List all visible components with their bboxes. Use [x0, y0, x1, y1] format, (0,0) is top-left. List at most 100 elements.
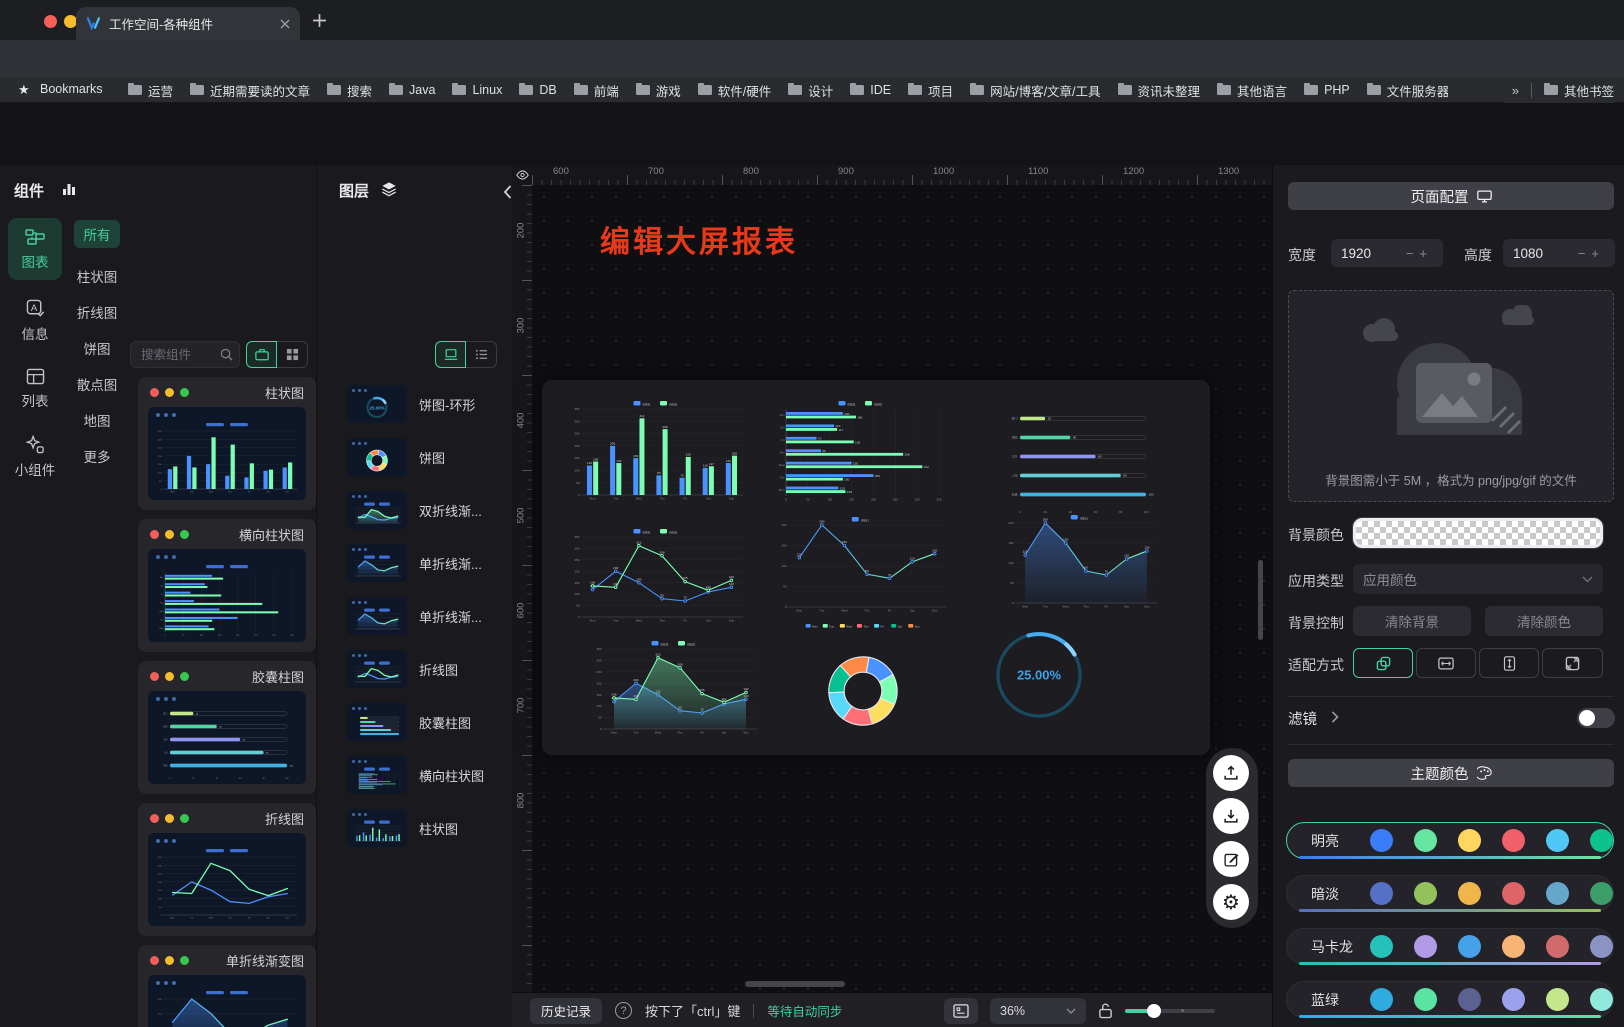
category-2[interactable]: 柱状图 [66, 262, 128, 290]
eye-icon[interactable] [516, 170, 529, 180]
import-button[interactable] [1213, 755, 1249, 791]
sidebar-item-2[interactable]: A信息 [8, 290, 62, 352]
layer-item[interactable]: 单折线渐... [347, 544, 506, 582]
canvas-horizontal-scrollbar[interactable] [745, 981, 845, 987]
category-6[interactable]: 地图 [66, 406, 128, 434]
page-config-header[interactable]: 页面配置 [1288, 182, 1614, 210]
traffic-close-icon[interactable] [44, 15, 57, 28]
theme-colors-header[interactable]: 主题颜色 [1288, 759, 1614, 787]
fit-height-button[interactable] [1479, 648, 1539, 678]
new-tab-icon[interactable] [312, 13, 327, 28]
toolbox-view-button[interactable] [246, 341, 277, 368]
zoom-slider[interactable] [1125, 1004, 1215, 1018]
chart-horizontal-bar[interactable]: data1data2050100150200250300350Sun130160… [773, 398, 949, 504]
component-card[interactable]: 柱状图050100150200250300350MonTueWedThuFriS… [138, 377, 316, 510]
theme-row-1[interactable]: 明亮 [1286, 822, 1614, 859]
bookmark-item[interactable]: 软件/硬件 [698, 81, 771, 100]
bookmark-item[interactable]: 网站/博客/文章/工具 [970, 81, 1100, 100]
chart-donut-pie[interactable]: MonTueWedThuFriSatSun [788, 622, 938, 746]
close-tab-icon[interactable] [280, 19, 290, 29]
layer-item[interactable]: 25.00%饼图-环形 [347, 385, 506, 423]
clear-color-button[interactable]: 清除颜色 [1485, 606, 1603, 636]
theme-row-3[interactable]: 马卡龙 [1286, 928, 1614, 965]
fit-scale-button[interactable] [1353, 648, 1413, 678]
theme-row-2[interactable]: 暗淡 [1286, 875, 1614, 912]
width-input[interactable]: 1920−+ [1331, 239, 1443, 267]
height-input[interactable]: 1080−+ [1503, 239, 1615, 267]
collapse-chevron-icon[interactable] [503, 185, 512, 199]
bookmark-item[interactable]: Linux [452, 83, 502, 97]
bookmark-item[interactable]: 游戏 [636, 81, 681, 100]
layer-item[interactable]: 饼图 [347, 438, 506, 476]
bookmark-item[interactable]: DB [519, 83, 556, 97]
lock-icon[interactable] [1098, 1002, 1113, 1019]
help-icon[interactable]: ? [615, 1002, 632, 1019]
zoom-slider-knob[interactable] [1147, 1004, 1161, 1018]
component-card[interactable]: 胶囊柱图厦门20南阳40北京60上海80新疆100020406080100 [138, 661, 316, 794]
layer-item[interactable]: 双折线渐... [347, 491, 506, 529]
fit-stretch-button[interactable] [1542, 648, 1603, 678]
bookmarks-overflow-icon[interactable]: » [1512, 83, 1519, 98]
chart-double-line[interactable]: data1data2050100150200250300350MonTueWed… [566, 526, 746, 626]
bookmark-item[interactable]: Java [389, 83, 435, 97]
bookmarks-star-icon[interactable]: ★ [18, 82, 30, 98]
chart-single-line[interactable]: data1050100150200MonTueWedThuFriSatSun12… [773, 514, 949, 616]
bookmarks-label[interactable]: Bookmarks [40, 82, 103, 96]
category-4[interactable]: 饼图 [66, 334, 128, 362]
bookmark-item[interactable]: 前端 [574, 81, 619, 100]
background-upload-area[interactable]: 背景图需小于 5M ，格式为 png/jpg/gif 的文件 [1288, 290, 1614, 502]
bookmark-item[interactable]: 资讯未整理 [1118, 81, 1201, 100]
chart-grouped-bar[interactable]: data1data2050100150200250300350MonTueWed… [566, 398, 746, 504]
browser-tab[interactable]: 工作空间-各种组件 [76, 7, 300, 40]
clear-background-button[interactable]: 清除背景 [1353, 606, 1471, 636]
category-1[interactable]: 所有 [74, 220, 120, 248]
chart-capsule-bar[interactable]: 厦门20南阳40北京60上海80新疆100020406080100 [1000, 406, 1162, 514]
theme-row-4[interactable]: 蓝绿 [1286, 981, 1614, 1018]
bookmark-item[interactable]: 设计 [788, 81, 833, 100]
settings-gear-icon[interactable]: ⚙ [1213, 884, 1249, 920]
layer-item[interactable]: 横向柱状图 [347, 756, 506, 794]
category-7[interactable]: 更多 [66, 442, 128, 470]
grid-view-button[interactable] [277, 341, 308, 368]
bookmark-item[interactable]: 其他语言 [1217, 81, 1287, 100]
bookmark-item[interactable]: 文件服务器 [1367, 81, 1448, 100]
canvas-workspace[interactable]: 6007008009001000110012001300 20030040050… [512, 165, 1272, 1027]
bookmark-item[interactable]: 运营 [128, 81, 173, 100]
component-card[interactable]: 横向柱状图050100150200250300350SunSatFriThuWe… [138, 519, 316, 652]
edit-button[interactable] [1213, 841, 1249, 877]
component-card[interactable]: 折线图050100150200250300350MonTueWedThuFriS… [138, 803, 316, 936]
height-plus-button[interactable]: + [1591, 246, 1605, 261]
width-minus-button[interactable]: − [1406, 246, 1420, 261]
width-plus-button[interactable]: + [1419, 246, 1433, 261]
fit-width-button[interactable] [1416, 648, 1476, 678]
filter-expand-chevron[interactable] [1331, 711, 1339, 723]
history-button[interactable]: 历史记录 [530, 998, 602, 1024]
chart-progress-ring[interactable]: 25.00% [992, 628, 1086, 722]
chart-double-area-line[interactable]: data1data2050100150200250300350MonTueWed… [588, 638, 760, 738]
other-bookmarks[interactable]: 其他书签 [1544, 81, 1614, 100]
filter-toggle[interactable] [1577, 708, 1615, 728]
list-view-button[interactable] [466, 341, 497, 368]
layer-item[interactable]: 胶囊柱图 [347, 703, 506, 741]
category-5[interactable]: 散点图 [66, 370, 128, 398]
bookmark-item[interactable]: PHP [1304, 83, 1350, 97]
zoom-select[interactable]: 36% [990, 998, 1086, 1024]
canvas-vertical-scrollbar[interactable] [1258, 560, 1263, 640]
component-card[interactable]: 单折线渐变图050100150200MonTueWedThuFriSatSun [138, 945, 316, 1027]
chart-single-area-line[interactable]: data1050100150200MonTueWedThuFriSatSun12… [1000, 512, 1160, 612]
bookmark-item[interactable]: 搜索 [327, 81, 372, 100]
height-minus-button[interactable]: − [1578, 246, 1592, 261]
layer-item[interactable]: 单折线渐... [347, 597, 506, 635]
panel-toggle-button[interactable] [944, 998, 978, 1024]
category-3[interactable]: 折线图 [66, 298, 128, 326]
sidebar-item-3[interactable]: 列表 [8, 358, 62, 420]
export-button[interactable] [1213, 798, 1249, 834]
dashboard-title[interactable]: 编辑大屏报表 [600, 217, 798, 261]
bg-color-swatch[interactable] [1353, 518, 1603, 548]
bookmark-item[interactable]: IDE [850, 83, 891, 97]
bookmark-item[interactable]: 项目 [908, 81, 953, 100]
layer-item[interactable]: 折线图 [347, 650, 506, 688]
bookmark-item[interactable]: 近期需要读的文章 [190, 81, 310, 100]
thumbnail-view-button[interactable] [435, 341, 466, 368]
sidebar-item-4[interactable]: 小组件 [8, 426, 62, 488]
